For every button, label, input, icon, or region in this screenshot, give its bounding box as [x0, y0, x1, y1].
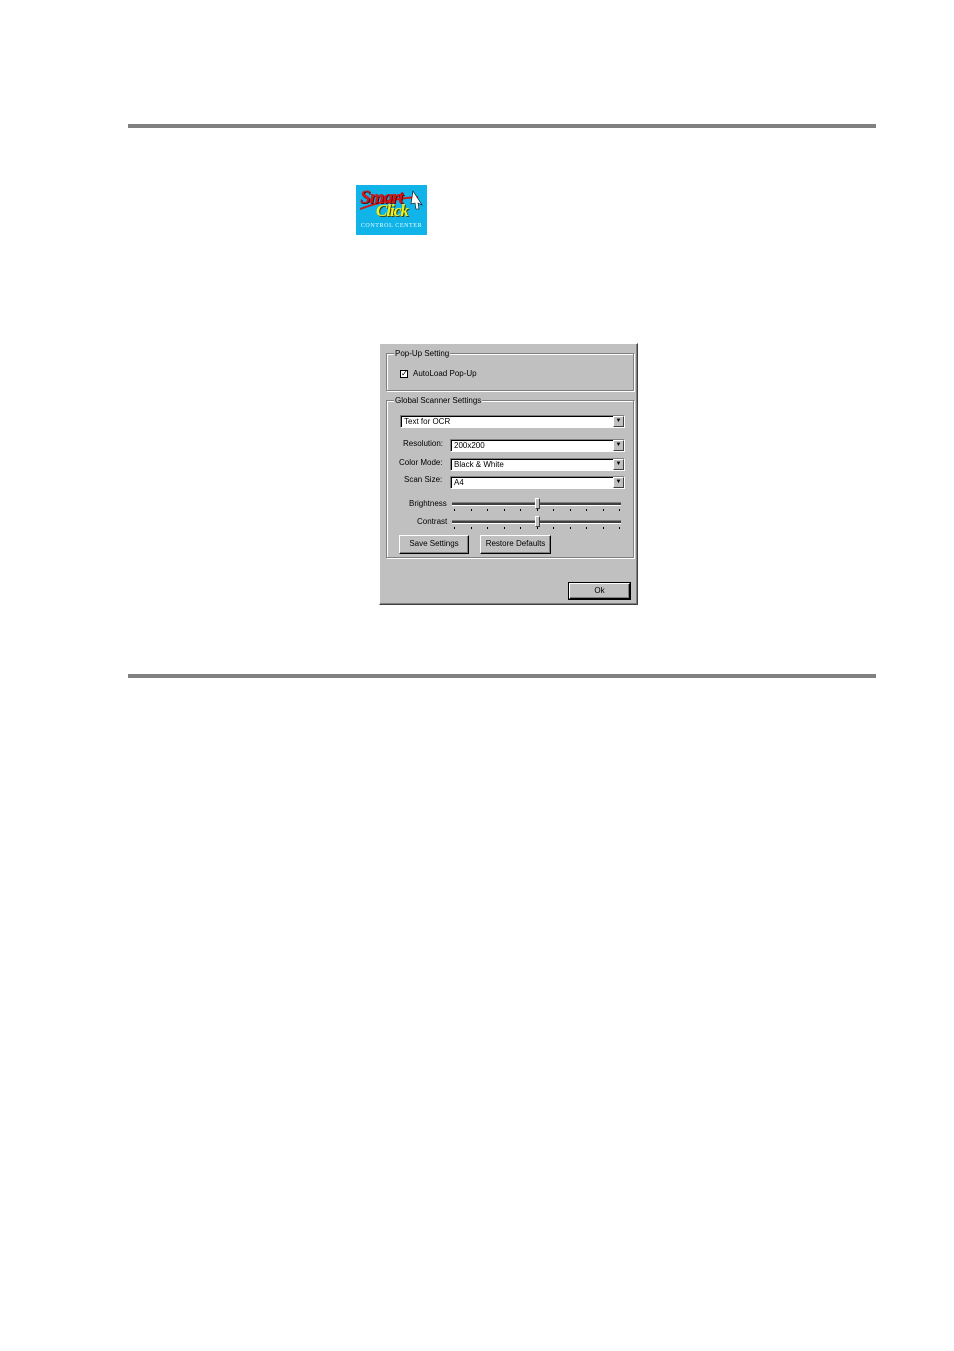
resolution-label: Resolution: [403, 439, 444, 448]
color-mode-value: Black & White [454, 460, 504, 469]
slider-tick [487, 527, 488, 529]
brightness-label: Brightness [409, 499, 447, 508]
contrast-thumb[interactable] [535, 516, 540, 527]
scan-size-label: Scan Size: [404, 475, 443, 484]
slider-tick [553, 527, 554, 529]
slider-tick [619, 509, 620, 511]
chevron-down-icon[interactable]: ▼ [613, 416, 624, 427]
contrast-slider[interactable] [452, 516, 623, 530]
slider-tick [603, 527, 604, 529]
color-mode-label: Color Mode: [399, 458, 443, 467]
slider-tick [504, 509, 505, 511]
slider-tick [586, 527, 587, 529]
slider-tick [537, 509, 538, 511]
slider-tick [471, 509, 472, 511]
slider-tick [471, 527, 472, 529]
slider-tick [603, 509, 604, 511]
slider-tick [454, 527, 455, 529]
chevron-down-icon[interactable]: ▼ [613, 459, 624, 470]
smart-click-logo: Smart Click CONTROL CENTER [356, 185, 427, 235]
popup-setting-group: Pop-Up Setting ✓ AutoLoad Pop-Up [386, 349, 634, 391]
chevron-down-icon[interactable]: ▼ [613, 477, 624, 488]
slider-tick [520, 509, 521, 511]
slider-tick [537, 527, 538, 529]
resolution-value: 200x200 [454, 441, 485, 450]
slider-tick [570, 509, 571, 511]
scan-mode-dropdown[interactable]: Text for OCR ▼ [400, 415, 625, 428]
slider-tick [504, 527, 505, 529]
checkmark-icon: ✓ [401, 369, 408, 378]
slider-tick [570, 527, 571, 529]
slider-tick [454, 509, 455, 511]
ok-button[interactable]: Ok [568, 582, 631, 600]
autoload-checkbox[interactable]: ✓ [400, 370, 408, 378]
slider-tick [619, 527, 620, 529]
brightness-slider[interactable] [452, 498, 623, 512]
autoload-label[interactable]: AutoLoad Pop-Up [413, 369, 477, 379]
top-divider [128, 124, 876, 128]
popup-setting-title: Pop-Up Setting [394, 349, 451, 359]
logo-tagline: CONTROL CENTER [360, 223, 423, 229]
slider-tick [586, 509, 587, 511]
bottom-divider [128, 674, 876, 678]
slider-tick [520, 527, 521, 529]
scan-size-dropdown[interactable]: A4 ▼ [450, 476, 625, 489]
scan-mode-value: Text for OCR [404, 417, 451, 426]
scanner-settings-dialog: Pop-Up Setting ✓ AutoLoad Pop-Up Global … [379, 343, 638, 605]
global-scanner-settings-title: Global Scanner Settings [394, 396, 483, 406]
brightness-thumb[interactable] [535, 498, 540, 509]
contrast-label: Contrast [417, 517, 448, 526]
chevron-down-icon[interactable]: ▼ [613, 440, 624, 451]
global-scanner-settings-group: Global Scanner Settings Text for OCR ▼ R… [386, 396, 634, 558]
resolution-dropdown[interactable]: 200x200 ▼ [450, 439, 625, 452]
scan-size-value: A4 [454, 478, 464, 487]
cursor-icon [410, 190, 423, 210]
save-settings-button[interactable]: Save Settings [399, 535, 469, 554]
restore-defaults-button[interactable]: Restore Defaults [480, 535, 551, 554]
slider-tick [553, 509, 554, 511]
color-mode-dropdown[interactable]: Black & White ▼ [450, 458, 625, 471]
slider-tick [487, 509, 488, 511]
logo-word-click: Click [376, 201, 409, 220]
